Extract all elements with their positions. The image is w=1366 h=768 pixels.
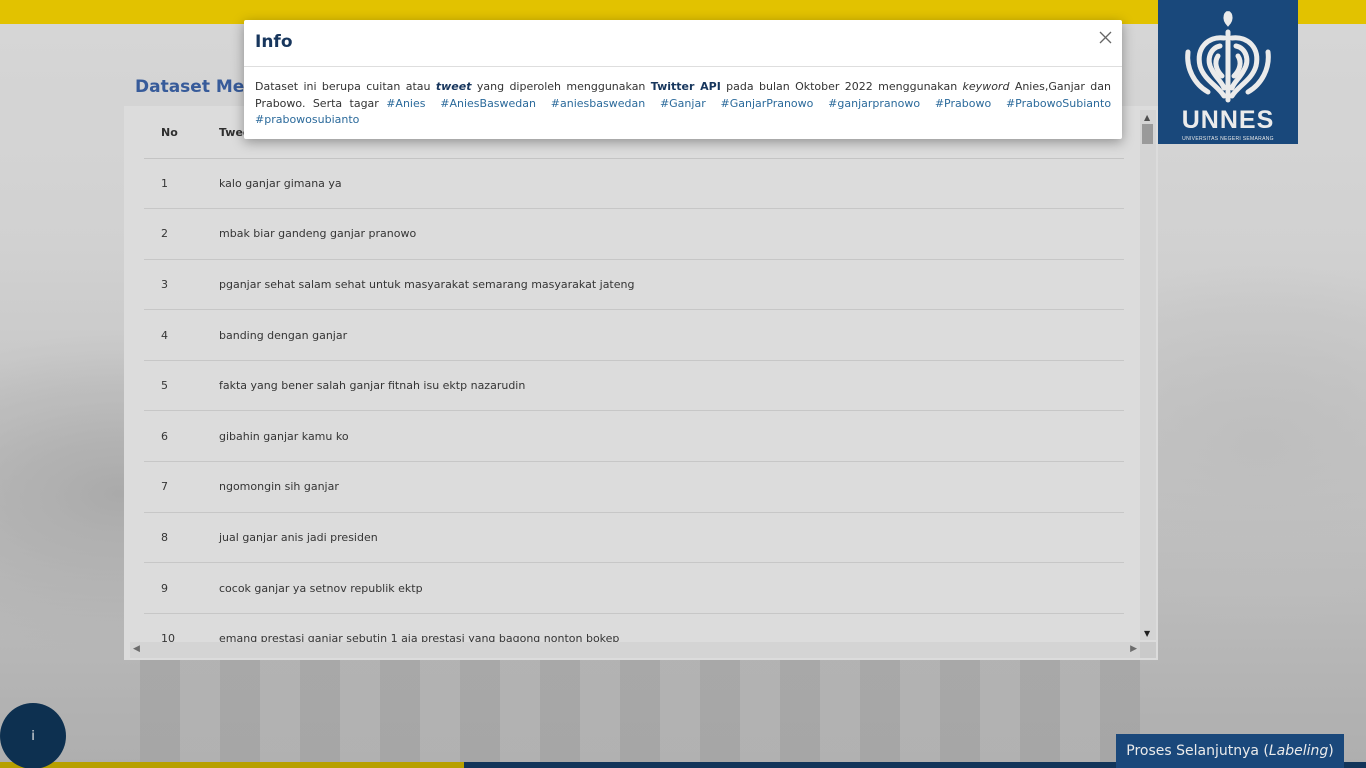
close-button[interactable] xyxy=(1096,28,1114,46)
hashtag-link[interactable]: #PrabowoSubianto xyxy=(1006,97,1111,110)
modal-tweet-word: tweet xyxy=(435,80,472,93)
info-modal: Info Dataset ini berupa cuitan atau twee… xyxy=(244,20,1122,139)
modal-title: Info xyxy=(255,32,293,52)
modal-body: Dataset ini berupa cuitan atau tweet yan… xyxy=(244,67,1122,129)
modal-api-name: Twitter API xyxy=(650,80,721,93)
hashtag-link[interactable]: #Prabowo xyxy=(935,97,991,110)
modal-keyword-word: keyword xyxy=(962,80,1010,93)
hashtag-link[interactable]: #GanjarPranowo xyxy=(720,97,813,110)
modal-text: Dataset ini berupa cuitan atau xyxy=(255,80,436,93)
hashtag-link[interactable]: #Ganjar xyxy=(660,97,706,110)
close-icon xyxy=(1099,31,1111,43)
hashtag-link[interactable]: #Anies xyxy=(386,97,425,110)
modal-text: yang diperoleh menggunakan xyxy=(471,80,651,93)
hashtag-link[interactable]: #AniesBaswedan xyxy=(440,97,536,110)
modal-text: pada bulan Oktober 2022 menggunakan xyxy=(720,80,963,93)
hashtag-link[interactable]: #aniesbaswedan xyxy=(551,97,645,110)
hashtag-link[interactable]: #ganjarpranowo xyxy=(828,97,920,110)
modal-header: Info xyxy=(244,20,1122,67)
hashtag-link[interactable]: #prabowosubianto xyxy=(255,113,359,126)
